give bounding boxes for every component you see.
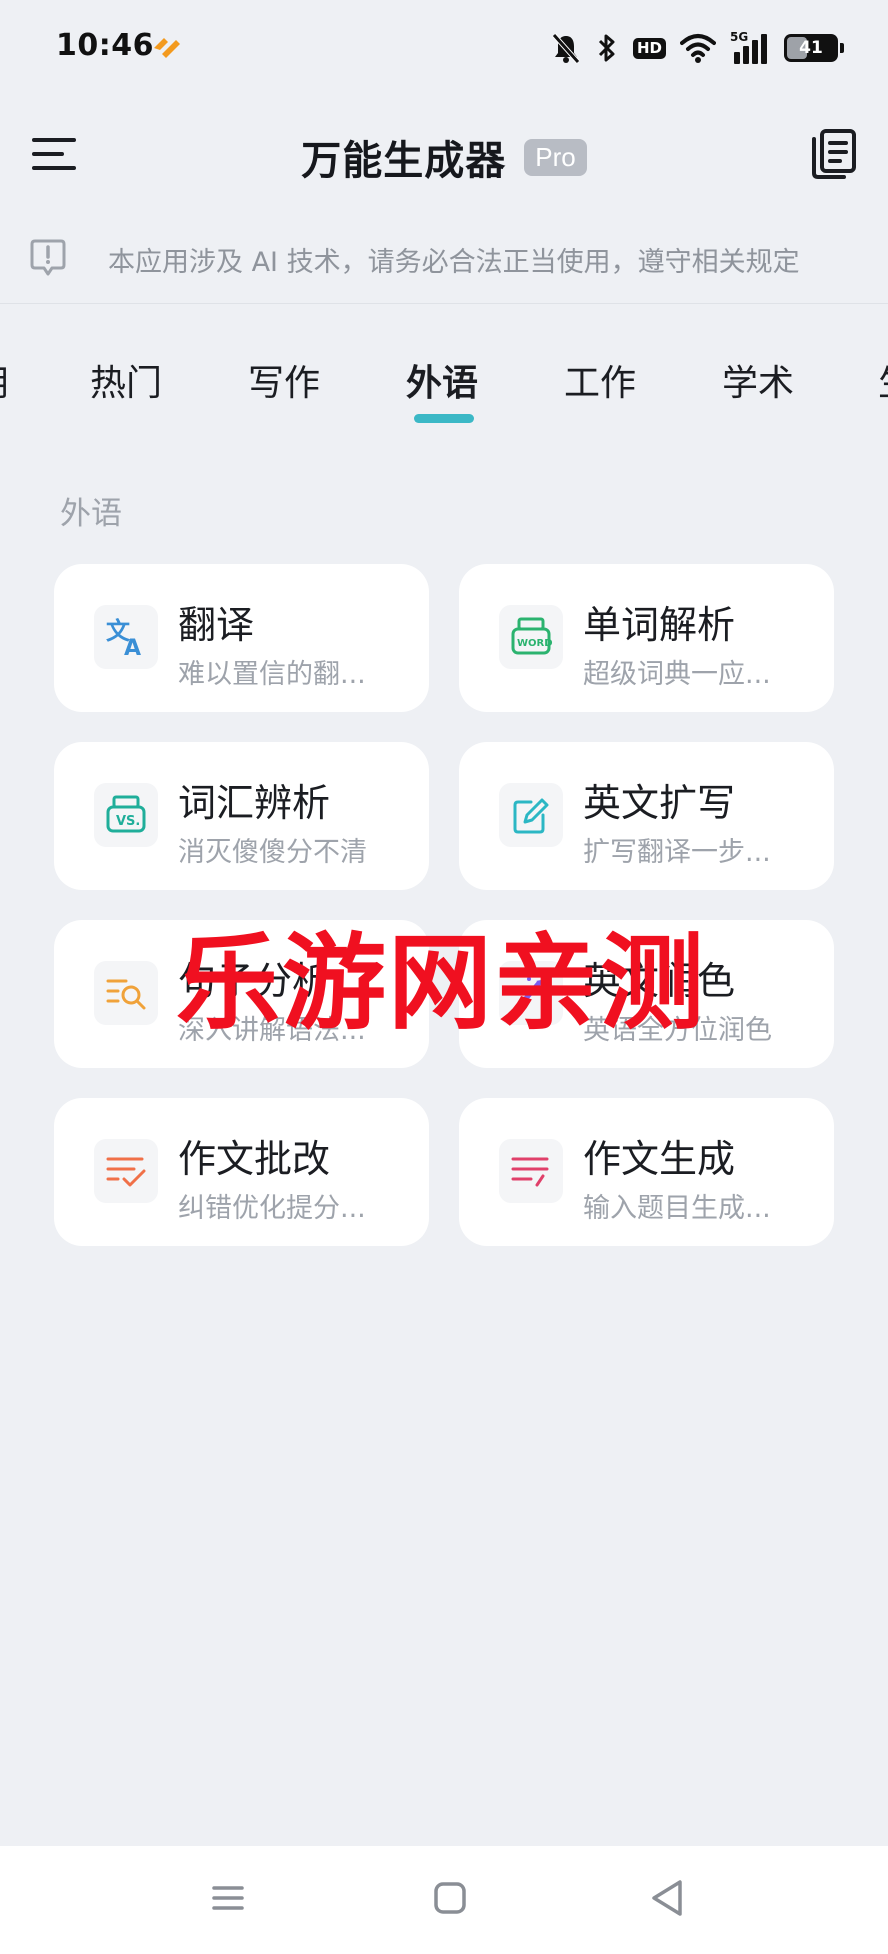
notice-info-icon [30, 239, 66, 276]
mute-bell-icon [552, 33, 580, 64]
card-desc: 消灭傻傻分不清 [178, 837, 367, 868]
svg-text:A: A [124, 636, 141, 659]
card-title: 词汇辨析 [178, 781, 331, 825]
card-desc: 纠错优化提分... [178, 1193, 366, 1224]
tab-academic[interactable]: 学术 [722, 354, 794, 406]
card-title: 单词解析 [583, 603, 736, 647]
section-title: 外语 [60, 496, 122, 532]
recent-apps-icon[interactable] [206, 1876, 250, 1920]
tab-work[interactable]: 工作 [564, 354, 636, 406]
ai-notice: 本应用涉及 AI 技术，请务必合法正当使用，遵守相关规定 [0, 226, 888, 304]
page-title: 万能生成器 [301, 138, 507, 184]
tool-card-vocab-discrimination[interactable]: VS. 词汇辨析 消灭傻傻分不清 [54, 742, 429, 890]
svg-text:WORD: WORD [517, 638, 553, 649]
category-tabs: 用 热门 写作 外语 工作 学术 生 [0, 340, 888, 430]
check-icon [94, 1139, 158, 1203]
notice-text: 本应用涉及 AI 技术，请务必合法正当使用，遵守相关规定 [108, 247, 800, 278]
tool-card-translate[interactable]: 文 A 翻译 难以置信的翻... [54, 564, 429, 712]
card-title: 英文扩写 [583, 781, 736, 825]
tool-card-essay-generation[interactable]: 作文生成 输入题目生成... [459, 1098, 834, 1246]
edit-icon [499, 783, 563, 847]
tool-card-english-expand[interactable]: 英文扩写 扩写翻译一步... [459, 742, 834, 890]
wifi-icon [680, 34, 716, 63]
tab-foreign-language[interactable]: 外语 [406, 354, 478, 406]
watermark-overlay: 乐游网亲测 [176, 922, 707, 1044]
history-document-icon[interactable] [810, 128, 858, 180]
battery-level: 41 [799, 38, 823, 58]
status-bar: 10:46 HD 5G 41 [0, 0, 888, 100]
battery-icon: 41 [784, 34, 844, 62]
card-title: 翻译 [178, 603, 255, 647]
tool-card-essay-correction[interactable]: 作文批改 纠错优化提分... [54, 1098, 429, 1246]
app-header: 万能生成器 Pro [0, 110, 888, 200]
home-icon[interactable] [428, 1876, 472, 1920]
tab-writing[interactable]: 写作 [248, 354, 320, 406]
tab-hot[interactable]: 热门 [90, 354, 162, 406]
bluetooth-icon [598, 34, 615, 62]
card-desc: 输入题目生成... [583, 1193, 771, 1224]
system-nav-bar [0, 1846, 888, 1954]
translate-icon: 文 A [94, 605, 158, 669]
carrier-logo-icon [154, 38, 180, 58]
card-desc: 超级词典一应... [583, 659, 771, 690]
pro-badge[interactable]: Pro [524, 138, 587, 176]
card-desc: 难以置信的翻... [178, 659, 366, 690]
tab-partial-right[interactable]: 生 [878, 354, 888, 406]
write-icon [499, 1139, 563, 1203]
hd-badge: HD [632, 37, 666, 59]
analyze-icon [94, 961, 158, 1025]
tool-card-word-analysis[interactable]: WORD 单词解析 超级词典一应... [459, 564, 834, 712]
card-desc: 扩写翻译一步... [583, 837, 771, 868]
signal-indicator: 5G [730, 30, 770, 64]
status-icons: HD 5G 41 [551, 28, 844, 68]
svg-text:VS.: VS. [116, 814, 140, 829]
card-title: 作文批改 [178, 1137, 331, 1181]
title-group: 万能生成器 Pro [0, 128, 888, 186]
back-icon[interactable] [646, 1876, 690, 1920]
active-tab-indicator [414, 414, 474, 423]
status-time: 10:46 [56, 28, 154, 63]
card-title: 作文生成 [583, 1137, 736, 1181]
vs-icon: VS. [94, 783, 158, 847]
word-icon: WORD [499, 605, 563, 669]
signal-bars-icon [734, 34, 767, 64]
tab-partial-left[interactable]: 用 [0, 354, 10, 406]
